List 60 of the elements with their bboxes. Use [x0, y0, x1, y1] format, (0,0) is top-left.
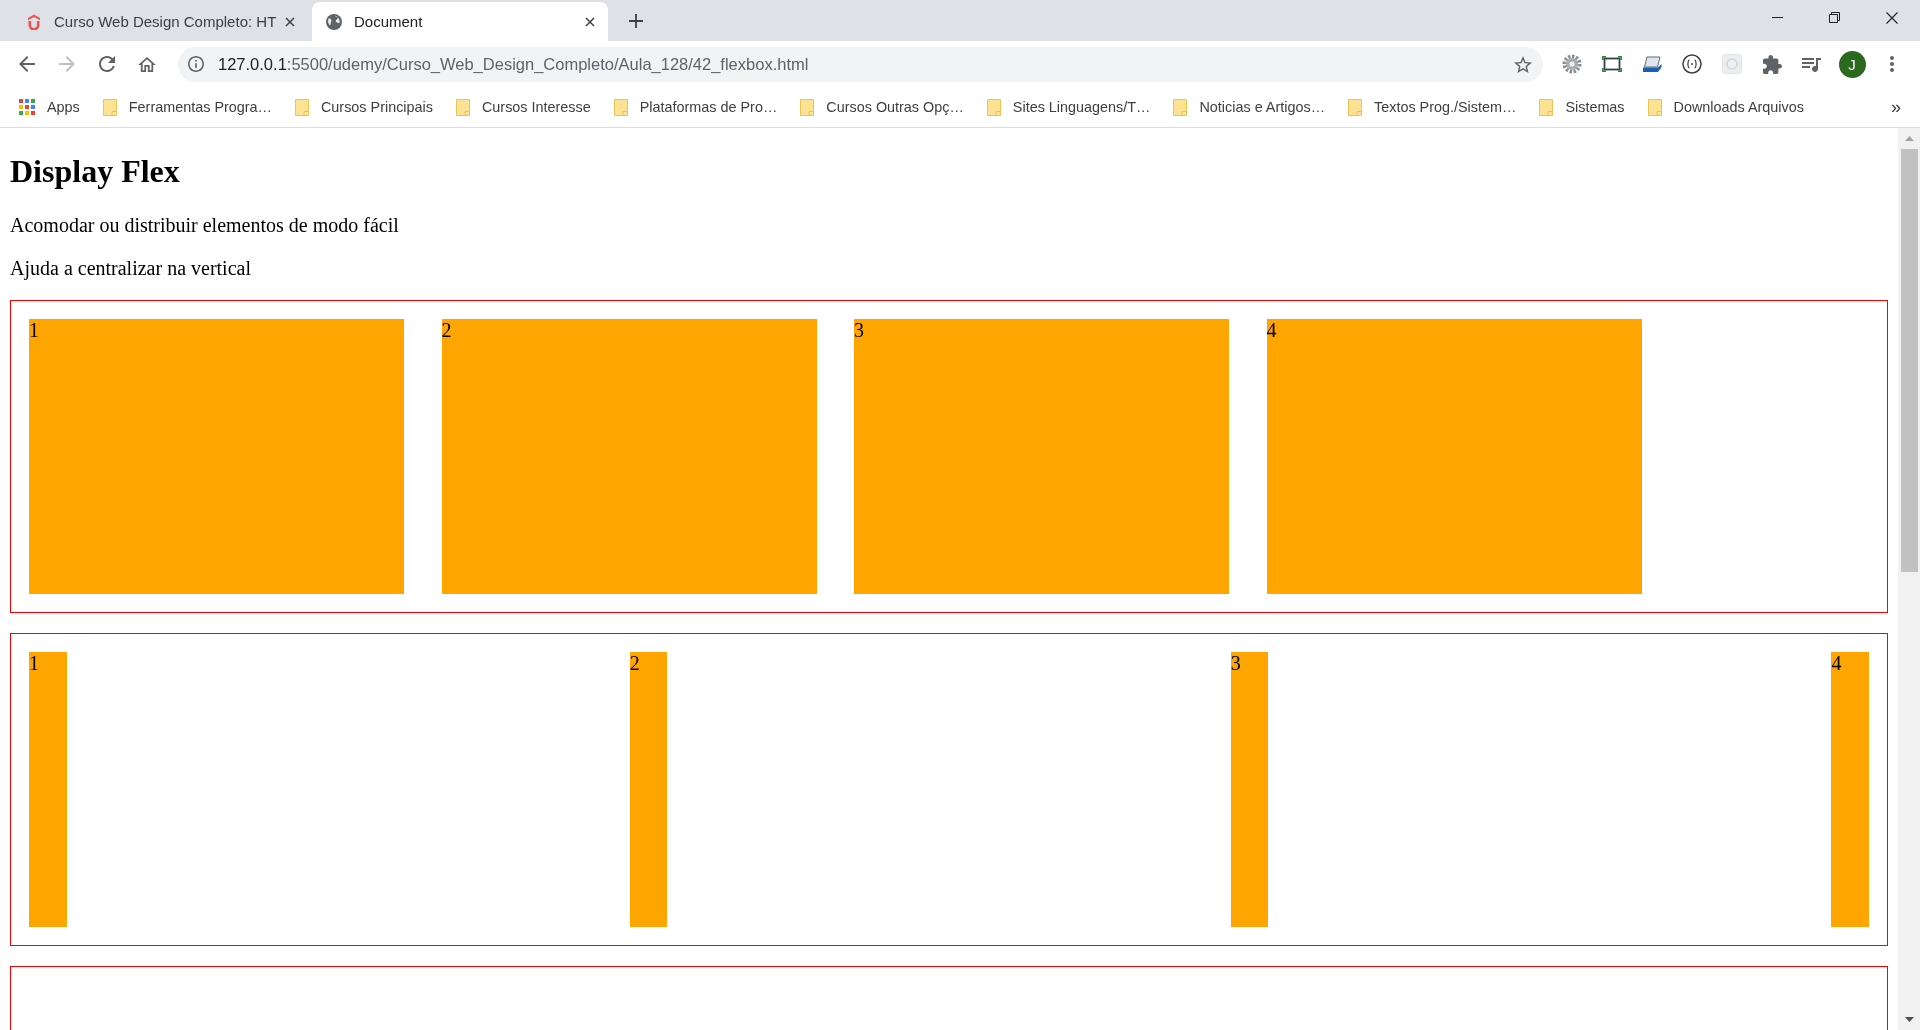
- scroll-down-icon[interactable]: [1904, 1017, 1914, 1022]
- screen-frame-icon[interactable]: [1602, 56, 1622, 72]
- folder-icon: [1647, 98, 1662, 116]
- bookmark-button[interactable]: Ferramentas Progra…: [93, 93, 281, 121]
- playlist-icon[interactable]: [1802, 56, 1822, 72]
- bookmark-button[interactable]: Cursos Principais: [285, 93, 442, 121]
- back-icon[interactable]: [19, 56, 35, 72]
- info-icon[interactable]: [188, 56, 204, 72]
- flex-item: 1: [29, 318, 404, 594]
- bookmark-button[interactable]: Downloads Arquivos: [1638, 93, 1813, 121]
- menu-icon[interactable]: [1890, 56, 1894, 72]
- folder-icon: [800, 98, 815, 116]
- bookmark-button[interactable]: Apps: [10, 93, 89, 121]
- laptop-icon[interactable]: [1642, 55, 1662, 73]
- star-icon[interactable]: [1514, 55, 1532, 73]
- bookmark-button[interactable]: Plataformas de Pro…: [604, 93, 787, 121]
- bookmark-button[interactable]: Noticias e Artigos…: [1164, 93, 1335, 121]
- folder-icon: [1539, 98, 1554, 116]
- flex-item: 3: [854, 318, 1229, 594]
- paragraph-text: Acomodar ou distribuir elementos de modo fácil: [10, 213, 399, 237]
- folder-icon: [102, 98, 117, 116]
- browser-tab[interactable]: Document: [312, 2, 608, 41]
- close-icon[interactable]: [285, 16, 295, 27]
- gear-icon[interactable]: [1562, 54, 1582, 74]
- profile-button[interactable]: J: [1838, 50, 1866, 78]
- folder-icon: [1173, 98, 1188, 116]
- bookmark-button[interactable]: Sistemas: [1530, 93, 1634, 121]
- address-field[interactable]: 127.0.0.1:5500/udemy/Curso_Web_Design_Completo/Aula_128/42_flexbox.html: [178, 46, 1543, 82]
- bookmark-button[interactable]: Textos Prog./Sistem…: [1339, 93, 1526, 121]
- braces-icon[interactable]: [1682, 54, 1702, 74]
- plus-icon[interactable]: [629, 13, 643, 28]
- flex-item: 2: [629, 651, 668, 927]
- logo-icon: [26, 13, 42, 30]
- folder-icon: [294, 98, 309, 116]
- flex-item: 4: [1266, 318, 1642, 594]
- scrollbar-thumb[interactable]: [1901, 149, 1918, 572]
- folder-icon: [613, 98, 628, 116]
- apps-grid-icon: [19, 99, 35, 115]
- flex-item: 2: [441, 318, 817, 594]
- flex-item: 1: [29, 651, 67, 927]
- globe-icon: [326, 13, 342, 30]
- folder-icon: [1348, 98, 1363, 116]
- page-heading: Display Flex: [10, 153, 180, 190]
- puzzle-icon[interactable]: [1762, 54, 1782, 74]
- bookmark-button[interactable]: Cursos Interesse: [446, 93, 600, 121]
- reload-icon[interactable]: [99, 56, 115, 72]
- scrollbar[interactable]: [1898, 128, 1920, 1030]
- close-icon[interactable]: [1885, 11, 1898, 24]
- flex-item: 4: [1831, 651, 1869, 927]
- folder-icon: [986, 98, 1001, 116]
- close-icon[interactable]: [585, 16, 595, 27]
- flex-item: 3: [1230, 651, 1269, 927]
- bookmark-button[interactable]: Cursos Outras Opç…: [791, 93, 973, 121]
- bookmarks-overflow-button[interactable]: »: [1885, 93, 1907, 121]
- folder-icon: [455, 98, 470, 116]
- bookmark-button[interactable]: Sites Linguagens/T…: [977, 93, 1160, 121]
- browser-tab[interactable]: Curso Web Design Completo: HT: [12, 2, 308, 41]
- restore-icon[interactable]: [1829, 12, 1840, 23]
- home-icon[interactable]: [138, 56, 156, 72]
- paragraph-text: Ajuda a centralizar na vertical: [10, 256, 251, 280]
